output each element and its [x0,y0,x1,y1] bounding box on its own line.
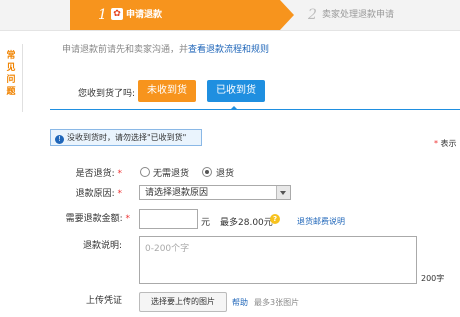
upload-max-text: 最多3张图片 [254,298,300,307]
required-note-text: 表示 [440,139,457,148]
reason-label: 退款原因: * [52,186,122,199]
upload-help-link[interactable]: 帮助 [232,297,248,308]
info-icon: ! [55,135,64,144]
required-star: * [434,139,438,148]
notice-box: ! 没收到货时，请勿选择"已收到货" [50,129,202,146]
description-label: 退款说明: [82,241,122,251]
step-2-number: 2 [308,7,317,23]
upload-button[interactable]: 选择要上传的图片 [139,292,227,312]
no-return-radio[interactable] [140,167,150,177]
amount-unit: 元 [201,218,211,228]
reason-select-value: 请选择退款原因 [145,188,209,198]
section-divider [50,109,460,110]
reason-label-text: 退款原因: [75,189,115,199]
required-star: * [125,214,131,224]
required-star: * [117,189,123,199]
return-goods-label-text: 是否退货: [75,169,115,179]
amount-input[interactable] [139,209,198,229]
radio-selected-dot [205,170,209,174]
step-2-label: 卖家处理退款申请 [322,10,395,20]
required-note: * 表示 [434,138,457,149]
step-1-label: 申请退款 [126,10,163,20]
reason-select[interactable]: 请选择退款原因 [139,185,291,200]
received-question: 您收到货了吗: [78,89,136,99]
description-textarea[interactable]: 0-200个字 [139,236,417,284]
return-goods-label: 是否退货: * [52,166,122,179]
divider-caret [230,106,238,110]
step-1-arrow [280,0,294,30]
chevron-down-icon[interactable] [276,186,290,199]
tmall-cat-icon: ✿ [111,8,123,20]
upload-label: 上传凭证 [85,296,122,306]
step-1-number: 1 [98,7,107,23]
return-option[interactable]: 退货 [216,166,234,179]
intro-message: 申请退款前请先和卖家沟通，并 [62,45,189,55]
notice-text: 没收到货时，请勿选择"已收到货" [67,133,187,142]
question-icon[interactable]: ? [270,214,280,224]
no-return-option[interactable]: 无需退货 [153,166,189,179]
required-star: * [117,169,123,179]
description-limit: 200字 [421,274,445,283]
refund-rules-link[interactable]: 查看退款流程和规则 [188,45,269,55]
not-received-button[interactable]: 未收到货 [138,80,196,102]
return-postage-link[interactable]: 退货邮费说明 [297,216,345,227]
intro-text: 申请退款前请先和卖家沟通，并查看退款流程和规则 [62,42,269,55]
amount-label: 需要退款金额: * [60,211,130,224]
amount-label-text: 需要退款金额: [65,214,123,224]
return-radio[interactable] [202,167,212,177]
received-button[interactable]: 已收到货 [207,80,265,102]
amount-max: 最多28.00元 [220,218,273,228]
faq-side-tab-label[interactable]: 常见问题 [5,50,17,98]
